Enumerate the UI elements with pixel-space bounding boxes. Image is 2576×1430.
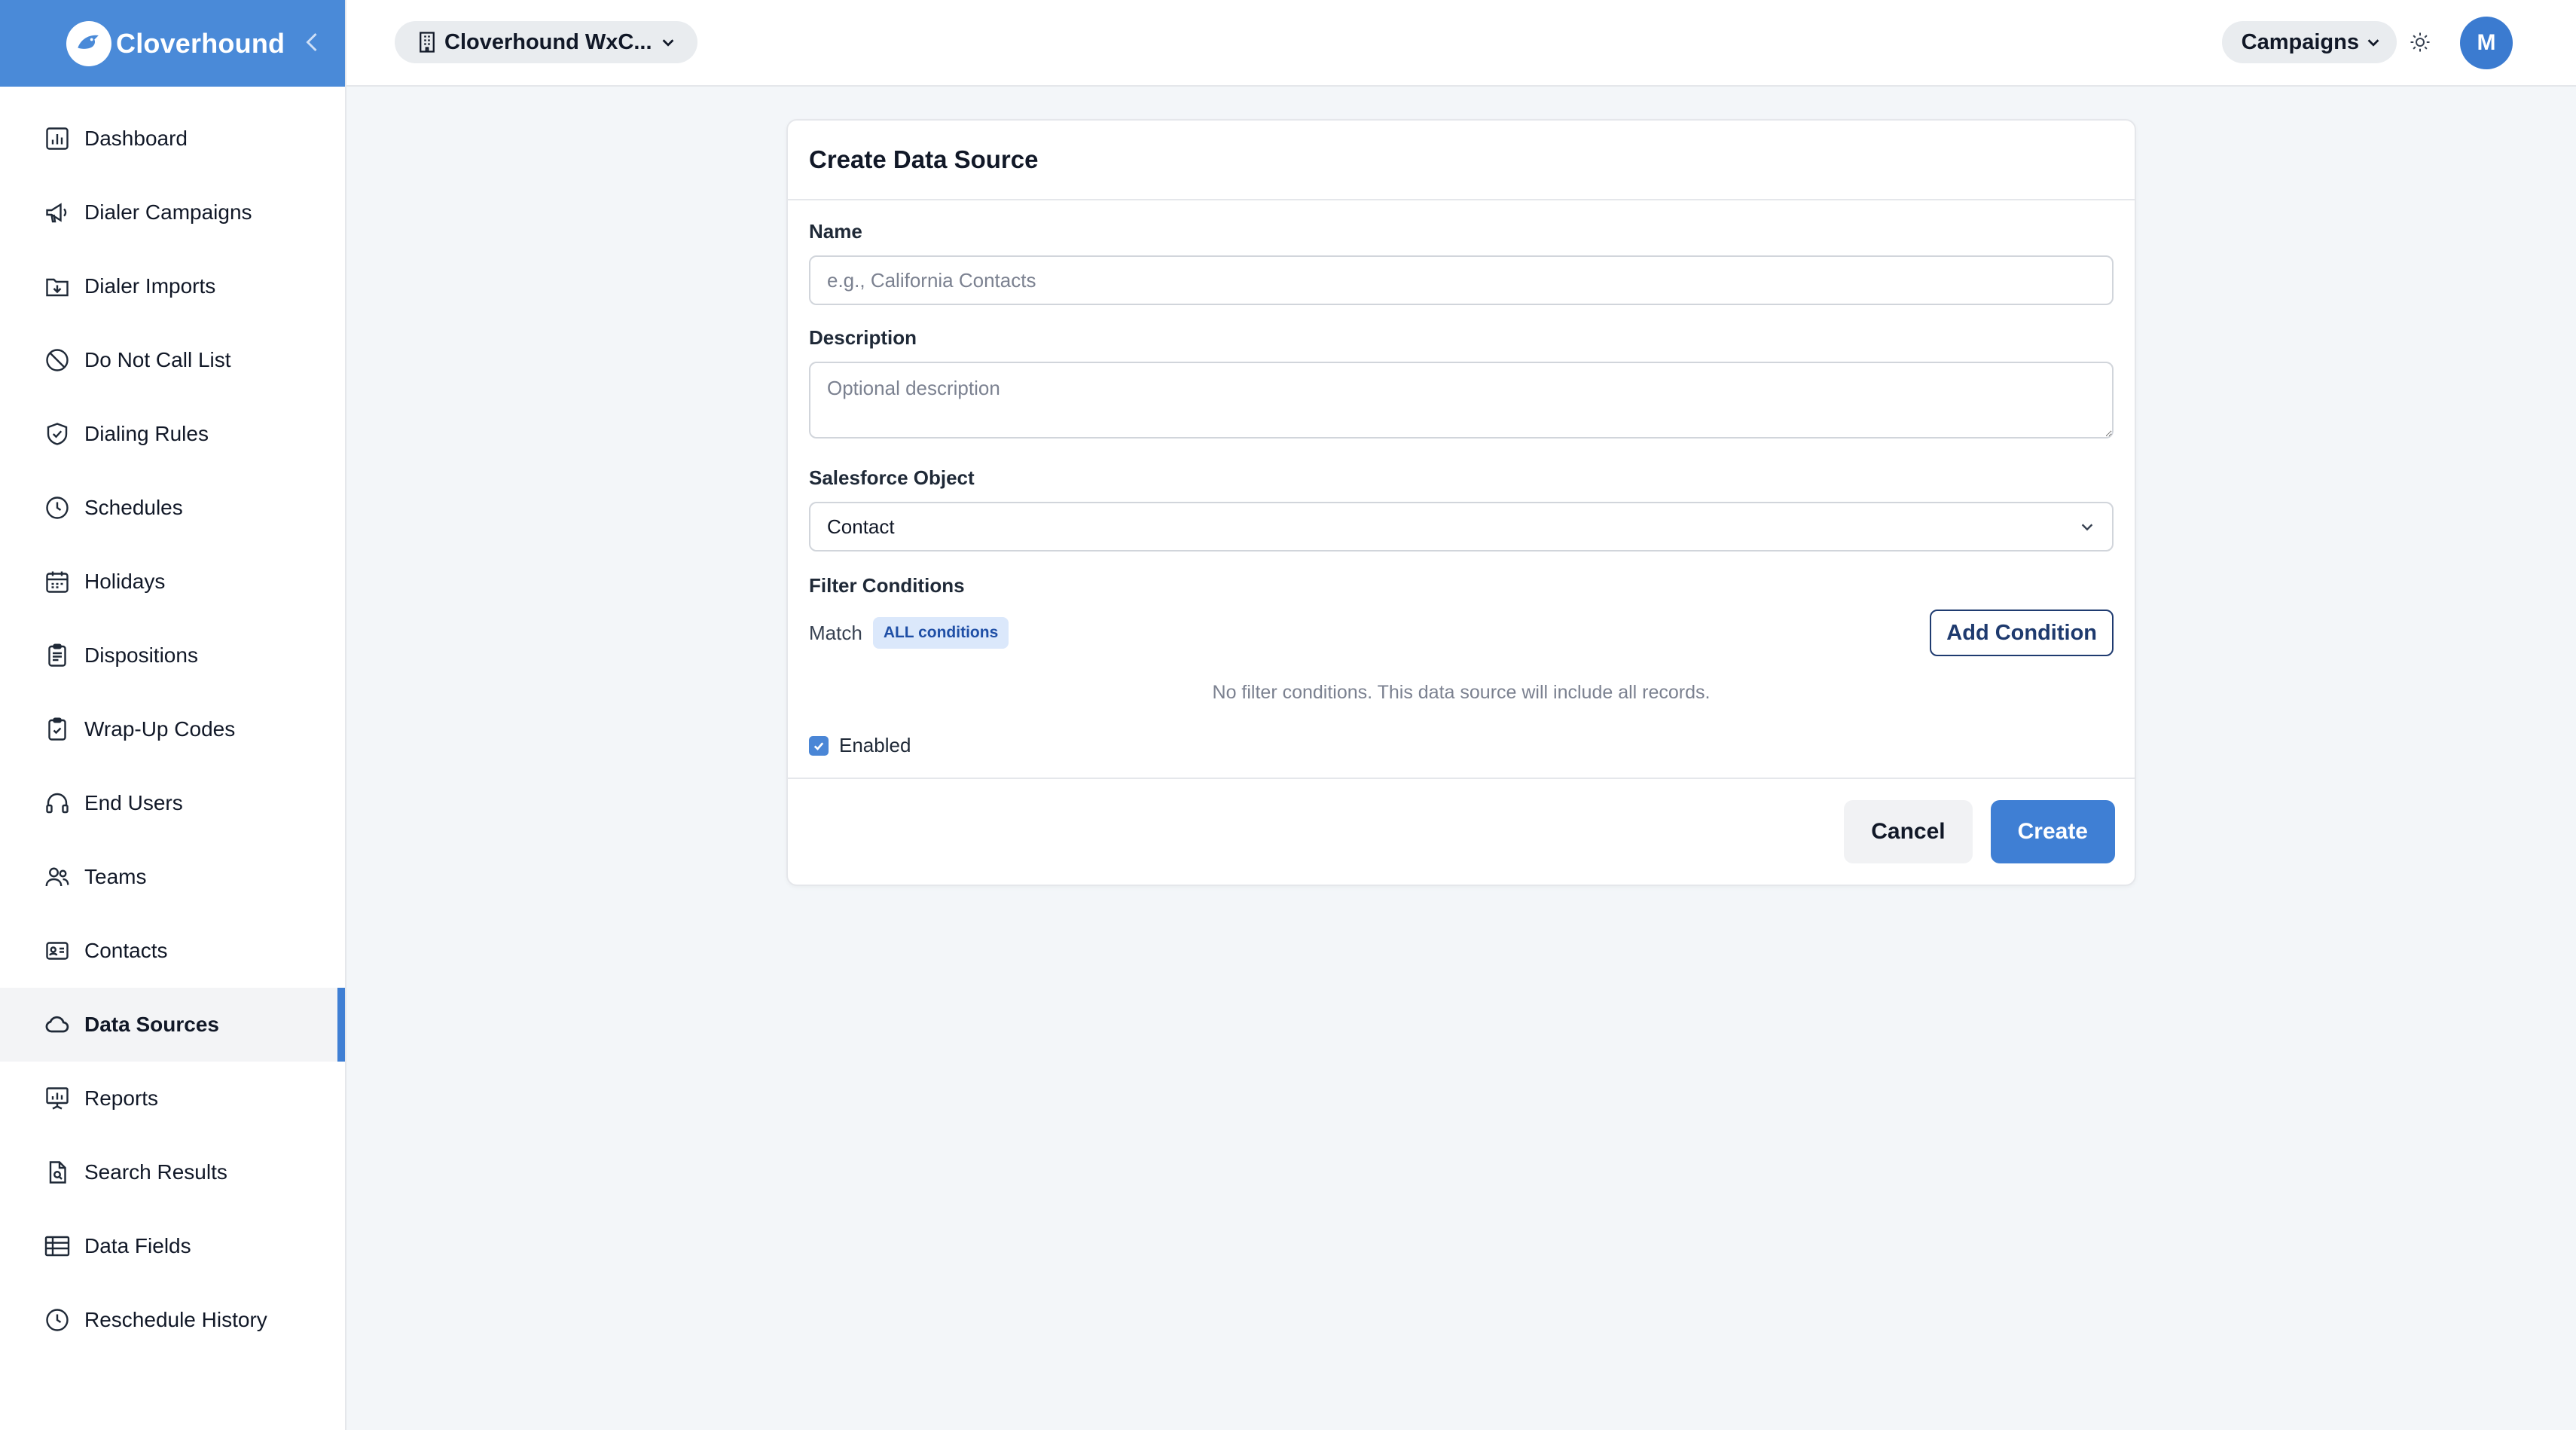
sidebar-item-do-not-call-list[interactable]: Do Not Call List [0,323,345,397]
file-search-icon [41,1156,74,1189]
sidebar-item-label: Reschedule History [84,1308,267,1331]
clock-icon [41,1303,74,1337]
collapse-sidebar-button[interactable] [298,29,325,56]
id-card-icon [41,934,74,967]
create-data-source-card: Create Data Source Name Description Sale… [786,119,2136,886]
sidebar-item-label: Data Sources [84,1013,219,1036]
sidebar-item-data-fields[interactable]: Data Fields [0,1209,345,1283]
sidebar-item-dialer-campaigns[interactable]: Dialer Campaigns [0,176,345,249]
filter-conditions-label: Filter Conditions [809,574,965,597]
salesforce-object-value: Contact [827,515,895,538]
check-icon [813,741,824,750]
chevron-down-icon [2367,39,2379,47]
sidebar-item-label: Holidays [84,570,166,593]
sidebar-item-contacts[interactable]: Contacts [0,914,345,988]
salesforce-object-select[interactable]: Contact [809,502,2114,552]
sidebar-item-schedules[interactable]: Schedules [0,471,345,545]
sidebar-item-label: Contacts [84,939,168,962]
import-icon [41,270,74,303]
avatar[interactable]: M [2460,17,2513,69]
description-label: Description [809,326,917,349]
topbar: Cloverhound WxC... Campaigns M [346,0,2576,87]
sidebar-item-label: Wrap-Up Codes [84,717,236,741]
sidebar-item-reschedule-history[interactable]: Reschedule History [0,1283,345,1357]
brand-name: Cloverhound [116,27,285,59]
sidebar-item-label: Dialer Campaigns [84,200,252,224]
sidebar-item-search-results[interactable]: Search Results [0,1135,345,1209]
chevron-down-icon [2081,524,2093,531]
sidebar-item-holidays[interactable]: Holidays [0,545,345,619]
name-input[interactable] [809,255,2114,305]
sidebar-item-dialer-imports[interactable]: Dialer Imports [0,249,345,323]
chevron-left-icon [306,32,317,52]
empty-conditions-note: No filter conditions. This data source w… [1212,682,1711,703]
create-button[interactable]: Create [1990,800,2115,863]
match-mode-badge[interactable]: ALL conditions [872,617,1009,649]
salesforce-object-label: Salesforce Object [809,466,975,489]
chevron-down-icon [662,39,673,47]
clipboard-check-icon [41,713,74,746]
form-body: Name Description Salesforce Object Conta… [788,200,2135,757]
card-footer: Cancel Create [788,778,2135,885]
sidebar: Cloverhound Dashboard Dialer Campaigns D… [0,0,346,1430]
table-icon [41,1230,74,1263]
sidebar-nav: Dashboard Dialer Campaigns Dialer Import… [0,87,345,1357]
building-icon [420,32,435,53]
clock-icon [41,491,74,524]
sidebar-item-label: Reports [84,1086,159,1110]
org-switcher[interactable]: Cloverhound WxC... [395,21,697,63]
campaigns-dropdown-label: Campaigns [2241,29,2359,54]
description-textarea[interactable] [809,362,2114,438]
sidebar-item-dialing-rules[interactable]: Dialing Rules [0,397,345,471]
users-icon [41,860,74,894]
match-group: Match ALL conditions [809,617,1009,649]
theme-toggle-button[interactable] [2406,28,2434,57]
match-label: Match [809,621,862,644]
megaphone-icon [41,196,74,229]
sidebar-item-label: Schedules [84,496,183,519]
sidebar-item-dispositions[interactable]: Dispositions [0,619,345,692]
chart-icon [41,122,74,155]
cancel-button[interactable]: Cancel [1844,800,1973,863]
shield-check-icon [41,417,74,451]
campaigns-dropdown[interactable]: Campaigns [2221,21,2397,63]
sidebar-item-label: Teams [84,865,147,888]
sidebar-item-data-sources[interactable]: Data Sources [0,988,345,1062]
card-header: Create Data Source [788,121,2135,200]
cloverhound-logo-icon [66,20,111,66]
sidebar-item-label: Dashboard [84,127,188,150]
calendar-icon [41,565,74,598]
sidebar-item-label: End Users [84,791,183,814]
sidebar-item-wrap-up-codes[interactable]: Wrap-Up Codes [0,692,345,766]
sidebar-item-reports[interactable]: Reports [0,1062,345,1135]
ban-icon [41,344,74,377]
sidebar-item-label: Dialing Rules [84,422,209,445]
presentation-chart-icon [41,1082,74,1115]
sidebar-item-label: Dispositions [84,643,198,667]
sidebar-item-label: Data Fields [84,1234,191,1257]
sidebar-item-label: Do Not Call List [84,348,231,371]
sun-icon [2410,32,2430,52]
enabled-label: Enabled [839,734,911,756]
sidebar-item-end-users[interactable]: End Users [0,766,345,840]
add-condition-button[interactable]: Add Condition [1930,610,2114,656]
sidebar-item-teams[interactable]: Teams [0,840,345,914]
brand-header: Cloverhound [0,0,345,87]
enabled-checkbox[interactable] [809,735,829,756]
cloud-icon [41,1008,74,1041]
enabled-row: Enabled [809,734,2114,757]
match-row: Match ALL conditions Add Condition [809,610,2114,656]
page-title: Create Data Source [809,145,1039,173]
sidebar-item-label: Search Results [84,1160,227,1184]
sidebar-item-label: Dialer Imports [84,274,216,298]
headset-icon [41,787,74,820]
name-label: Name [809,220,862,243]
clipboard-icon [41,639,74,672]
org-switcher-label: Cloverhound WxC... [444,29,652,54]
sidebar-item-dashboard[interactable]: Dashboard [0,102,345,176]
